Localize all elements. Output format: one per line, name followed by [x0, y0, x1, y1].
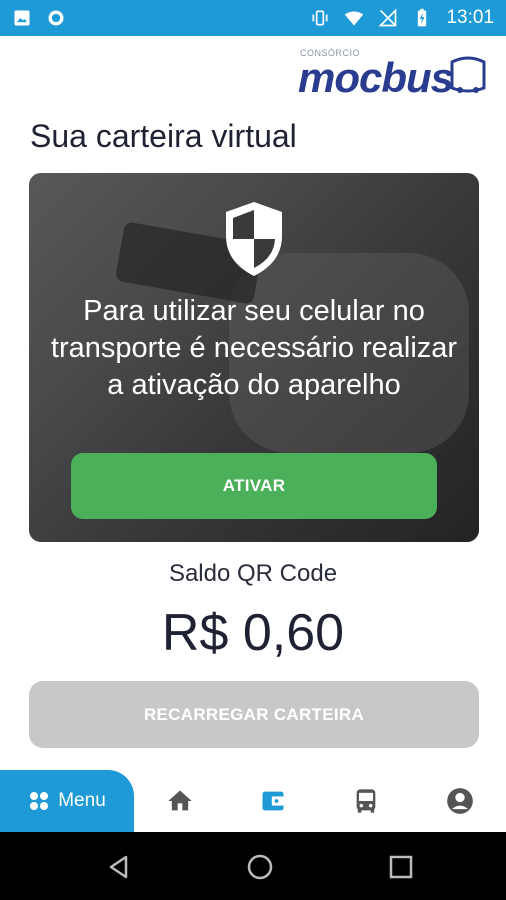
- menu-label: Menu: [58, 790, 106, 811]
- no-signal-icon: [378, 8, 397, 27]
- home-circle-icon[interactable]: [247, 854, 273, 880]
- navigation-bar: [0, 832, 506, 900]
- wallet-icon[interactable]: [259, 787, 287, 815]
- back-icon[interactable]: [106, 854, 132, 880]
- bottom-tab-bar: Menu: [0, 770, 506, 832]
- balance-label: Saldo QR Code: [168, 560, 338, 587]
- vibrate-icon: [312, 10, 328, 26]
- grid-icon: [30, 792, 49, 810]
- menu-tab[interactable]: Menu: [0, 770, 134, 832]
- home-icon[interactable]: [166, 787, 194, 815]
- bus-logo-icon: [450, 56, 486, 93]
- status-time: 13:01: [446, 7, 494, 28]
- image-icon: [14, 10, 30, 26]
- wifi-icon: [345, 11, 364, 26]
- account-icon[interactable]: [446, 787, 474, 815]
- circle-notification-icon: [48, 10, 64, 26]
- page-title: Sua carteira virtual: [30, 118, 297, 154]
- recharge-wallet-button[interactable]: RECARREGAR CARTEIRA: [29, 681, 479, 748]
- logo-text: mocbus: [298, 54, 454, 101]
- bus-icon[interactable]: [352, 787, 380, 815]
- activation-message: Para utilizar seu celular no transporte …: [50, 295, 458, 401]
- activate-button[interactable]: ATIVAR: [71, 453, 437, 519]
- battery-charging-icon: [418, 8, 427, 27]
- balance-value: R$ 0,60: [161, 604, 345, 662]
- recents-icon[interactable]: [388, 854, 414, 880]
- mocbus-logo: CONSÓRCIO mocbus: [298, 46, 488, 101]
- header: CONSÓRCIO mocbus: [0, 36, 506, 106]
- activation-card: Para utilizar seu celular no transporte …: [29, 173, 479, 542]
- shield-icon: [226, 202, 282, 276]
- status-bar: 13:01: [0, 0, 506, 36]
